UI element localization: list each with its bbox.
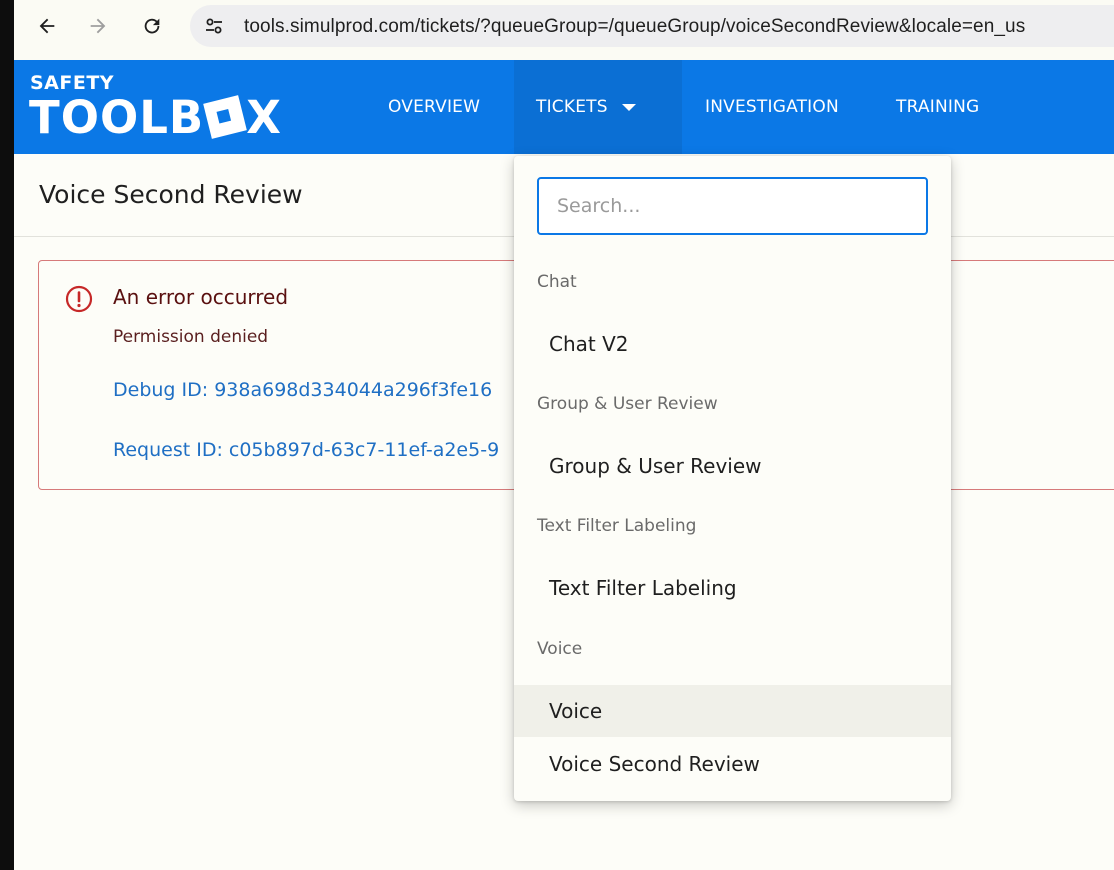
group-heading-text-filter-labeling: Text Filter Labeling (537, 516, 697, 536)
browser-window: tools.simulprod.com/tickets/?queueGroup=… (14, 0, 1114, 870)
back-button[interactable] (29, 8, 65, 44)
nav-tickets[interactable]: TICKETS (514, 60, 682, 154)
browser-toolbar: tools.simulprod.com/tickets/?queueGroup=… (14, 0, 1114, 60)
logo-box-icon (203, 95, 248, 139)
nav-training-label: TRAINING (896, 97, 980, 117)
nav-training[interactable]: TRAINING (896, 60, 996, 154)
logo-text-end: X (246, 91, 282, 144)
error-title: An error occurred (113, 285, 289, 309)
menu-item-text-filter-labeling[interactable]: Text Filter Labeling (514, 562, 951, 614)
nav-investigation-label: INVESTIGATION (705, 97, 839, 117)
tune-icon[interactable] (204, 16, 224, 36)
logo[interactable]: TOOLB X (29, 92, 282, 144)
menu-item-voice[interactable]: Voice (514, 685, 951, 737)
tickets-dropdown-menu: Chat Chat V2 Group & User Review Group &… (514, 156, 951, 801)
arrow-right-icon (90, 18, 106, 34)
logo-text-start: TOOLB (29, 91, 205, 144)
request-id-link[interactable]: Request ID: c05b897d-63c7-11ef-a2e5-9 (113, 439, 499, 461)
forward-button[interactable] (80, 8, 116, 44)
app-header: SAFETY TOOLB X OVERVIEW TICKETS INVESTIGA… (14, 60, 1114, 154)
nav-overview-label: OVERVIEW (388, 97, 481, 117)
reload-button[interactable] (134, 8, 170, 44)
reload-icon (144, 18, 160, 34)
nav-tickets-label: TICKETS (536, 97, 608, 117)
menu-item-group-user-review[interactable]: Group & User Review (514, 440, 951, 492)
queue-search-input[interactable] (537, 177, 928, 235)
page-title: Voice Second Review (39, 180, 303, 209)
nav-overview[interactable]: OVERVIEW (388, 60, 498, 154)
address-bar[interactable]: tools.simulprod.com/tickets/?queueGroup=… (190, 5, 1114, 47)
debug-id-link[interactable]: Debug ID: 938a698d334044a296f3fe16 (113, 379, 492, 401)
group-heading-voice: Voice (537, 639, 583, 659)
nav-investigation[interactable]: INVESTIGATION (705, 60, 855, 154)
menu-item-chat-v2[interactable]: Chat V2 (514, 318, 951, 370)
menu-item-voice-second-review[interactable]: Voice Second Review (514, 738, 951, 790)
error-circle-icon (65, 285, 93, 313)
url-text: tools.simulprod.com/tickets/?queueGroup=… (244, 16, 1026, 37)
group-heading-group-user-review: Group & User Review (537, 394, 718, 414)
caret-down-icon (621, 103, 636, 111)
group-heading-chat: Chat (537, 272, 577, 292)
arrow-left-icon (39, 18, 55, 34)
error-message: Permission denied (113, 327, 269, 347)
